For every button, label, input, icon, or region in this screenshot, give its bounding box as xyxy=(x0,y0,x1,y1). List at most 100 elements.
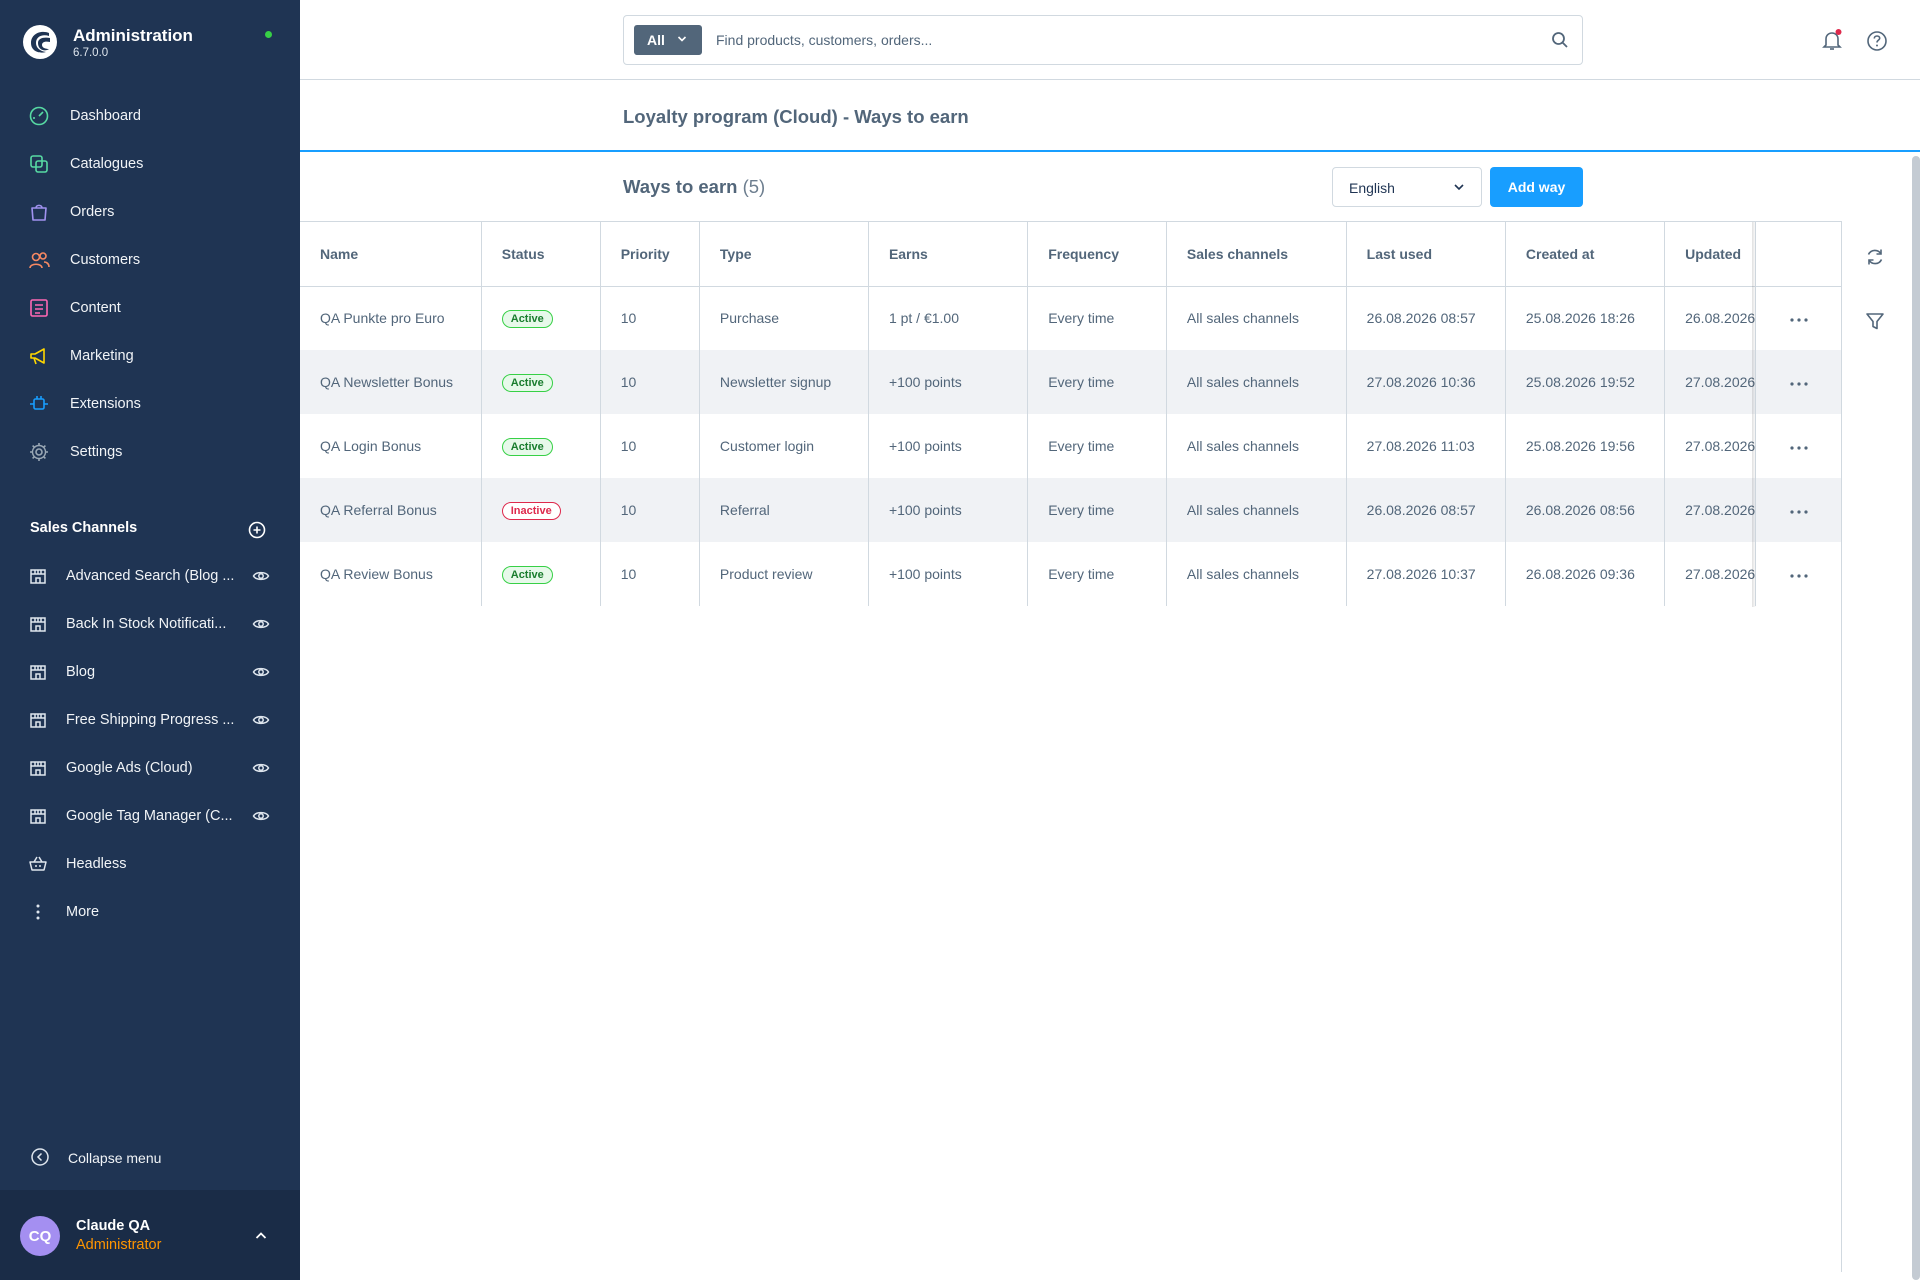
add-way-button[interactable]: Add way xyxy=(1490,167,1583,207)
table-row[interactable]: QA Login Bonus Active 10 Customer login +100… xyxy=(300,414,1841,478)
user-name: Claude QA xyxy=(76,1218,151,1234)
cell-status: Active xyxy=(481,286,601,350)
sales-channel-more[interactable]: More xyxy=(0,892,300,932)
nav-item-catalogues[interactable]: Catalogues xyxy=(0,144,300,184)
shopware-logo-icon xyxy=(23,25,57,59)
cell-sales-channels: All sales channels xyxy=(1166,478,1347,542)
global-search: All xyxy=(623,15,1583,65)
eye-icon[interactable] xyxy=(252,569,270,583)
user-menu[interactable]: CQ Claude QA Administrator xyxy=(0,1190,300,1280)
notifications-bell-icon[interactable] xyxy=(1820,28,1844,52)
storefront-icon xyxy=(30,569,46,584)
sales-channel-label: Headless xyxy=(66,856,127,872)
row-actions-cell xyxy=(1755,350,1841,414)
column-header-earns[interactable]: Earns xyxy=(868,222,1029,287)
help-icon[interactable] xyxy=(1866,30,1888,52)
add-sales-channel-icon[interactable] xyxy=(248,521,266,539)
nav-item-customers[interactable]: Customers xyxy=(0,240,300,280)
cell-updated: 27.08.2026 xyxy=(1664,414,1757,478)
cell-name[interactable]: QA Login Bonus xyxy=(300,414,482,478)
sales-channel-item[interactable]: Headless xyxy=(0,844,300,884)
column-header-last-used[interactable]: Last used xyxy=(1346,222,1506,287)
eye-icon[interactable] xyxy=(252,713,270,727)
cell-name[interactable]: QA Referral Bonus xyxy=(300,478,482,542)
cell-created-at: 25.08.2026 19:52 xyxy=(1505,350,1666,414)
nav-item-content[interactable]: Content xyxy=(0,288,300,328)
cell-priority: 10 xyxy=(600,542,700,606)
sales-channel-item[interactable]: Google Ads (Cloud) xyxy=(0,748,300,788)
eye-icon[interactable] xyxy=(252,665,270,679)
cell-name[interactable]: QA Review Bonus xyxy=(300,542,482,606)
sales-channel-label: Free Shipping Progress ... xyxy=(66,712,235,728)
table-row[interactable]: QA Punkte pro Euro Active 10 Purchase 1 pt /… xyxy=(300,286,1841,350)
row-actions-cell xyxy=(1756,542,1841,606)
cell-earns: 1 pt / €1.00 xyxy=(868,286,1029,350)
cell-type: Purchase xyxy=(699,286,869,350)
column-header-type[interactable]: Type xyxy=(699,222,869,287)
brand: Administration 6.7.0.0 xyxy=(22,24,282,64)
cell-sales-channels: All sales channels xyxy=(1166,286,1347,350)
more-actions-icon[interactable] xyxy=(1789,381,1809,387)
search-icon[interactable] xyxy=(1551,31,1569,49)
column-header-frequency[interactable]: Frequency xyxy=(1027,222,1167,287)
cell-name[interactable]: QA Newsletter Bonus xyxy=(300,350,482,414)
online-status-dot xyxy=(265,31,272,38)
top-bar: All xyxy=(300,0,1920,80)
cell-priority: 10 xyxy=(600,350,700,414)
chevron-up-icon[interactable] xyxy=(253,1228,269,1244)
page-header: Loyalty program (Cloud) - Ways to earn xyxy=(300,80,1920,152)
column-header-priority[interactable]: Priority xyxy=(600,222,700,287)
refresh-icon[interactable] xyxy=(1864,246,1886,268)
table-row[interactable]: QA Referral Bonus Inactive 10 Referral +100 … xyxy=(300,478,1841,542)
more-actions-icon[interactable] xyxy=(1789,573,1809,579)
cell-sales-channels: All sales channels xyxy=(1166,414,1347,478)
more-actions-icon[interactable] xyxy=(1789,445,1809,451)
vertical-scrollbar[interactable] xyxy=(1912,156,1920,1280)
storefront-icon xyxy=(30,761,46,776)
cell-status: Active xyxy=(481,414,601,478)
search-scope-select[interactable]: All xyxy=(634,25,702,55)
cell-last-used: 26.08.2026 08:57 xyxy=(1346,478,1506,542)
sales-channel-item[interactable]: Blog xyxy=(0,652,300,692)
filter-icon[interactable] xyxy=(1864,310,1886,332)
cell-name[interactable]: QA Punkte pro Euro xyxy=(300,286,482,350)
cell-earns: +100 points xyxy=(868,542,1029,606)
eye-icon[interactable] xyxy=(252,617,270,631)
storefront-icon xyxy=(30,713,46,728)
sales-channel-item[interactable]: Free Shipping Progress ... xyxy=(0,700,300,740)
cell-updated: 27.08.2026 xyxy=(1664,478,1757,542)
sales-channel-item[interactable]: Back In Stock Notificati... xyxy=(0,604,300,644)
collapse-menu-button[interactable]: Collapse menu xyxy=(0,1142,300,1172)
eye-icon[interactable] xyxy=(252,809,270,823)
column-header-updated[interactable]: Updated xyxy=(1664,222,1757,287)
cell-updated: 27.08.2026 xyxy=(1664,542,1757,606)
language-select[interactable]: English xyxy=(1332,167,1482,207)
nav-item-dashboard[interactable]: Dashboard xyxy=(0,96,300,136)
sales-channel-label: Advanced Search (Blog ... xyxy=(66,568,235,584)
search-input[interactable] xyxy=(716,28,1516,52)
nav-item-label: Settings xyxy=(70,444,123,460)
sales-channel-item[interactable]: Google Tag Manager (C... xyxy=(0,796,300,836)
column-header-sales-channels[interactable]: Sales channels xyxy=(1166,222,1347,287)
column-header-status[interactable]: Status xyxy=(481,222,601,287)
eye-icon[interactable] xyxy=(252,761,270,775)
nav-item-extensions[interactable]: Extensions xyxy=(0,384,300,424)
nav-item-marketing[interactable]: Marketing xyxy=(0,336,300,376)
status-badge: Active xyxy=(501,309,553,328)
sales-channel-item[interactable]: Advanced Search (Blog ... xyxy=(0,556,300,596)
cell-type: Customer login xyxy=(699,414,869,478)
nav-item-label: Orders xyxy=(70,204,115,220)
nav-item-settings[interactable]: Settings xyxy=(0,432,300,472)
nav-item-label: Marketing xyxy=(70,348,134,364)
table-row[interactable]: QA Review Bonus Active 10 Product review +10… xyxy=(300,542,1841,606)
app-version: 6.7.0.0 xyxy=(73,47,109,59)
card-header: Ways to earn (5) English Add way xyxy=(300,152,1842,222)
more-actions-icon[interactable] xyxy=(1789,509,1809,515)
column-header-created-at[interactable]: Created at xyxy=(1505,222,1666,287)
more-actions-icon[interactable] xyxy=(1789,317,1809,323)
column-header-name[interactable]: Name xyxy=(300,222,482,287)
nav-item-orders[interactable]: Orders xyxy=(0,192,300,232)
cell-frequency: Every time xyxy=(1027,414,1167,478)
table-row[interactable]: QA Newsletter Bonus Active 10 Newsletter si… xyxy=(300,350,1841,414)
language-select-value: English xyxy=(1349,180,1395,196)
